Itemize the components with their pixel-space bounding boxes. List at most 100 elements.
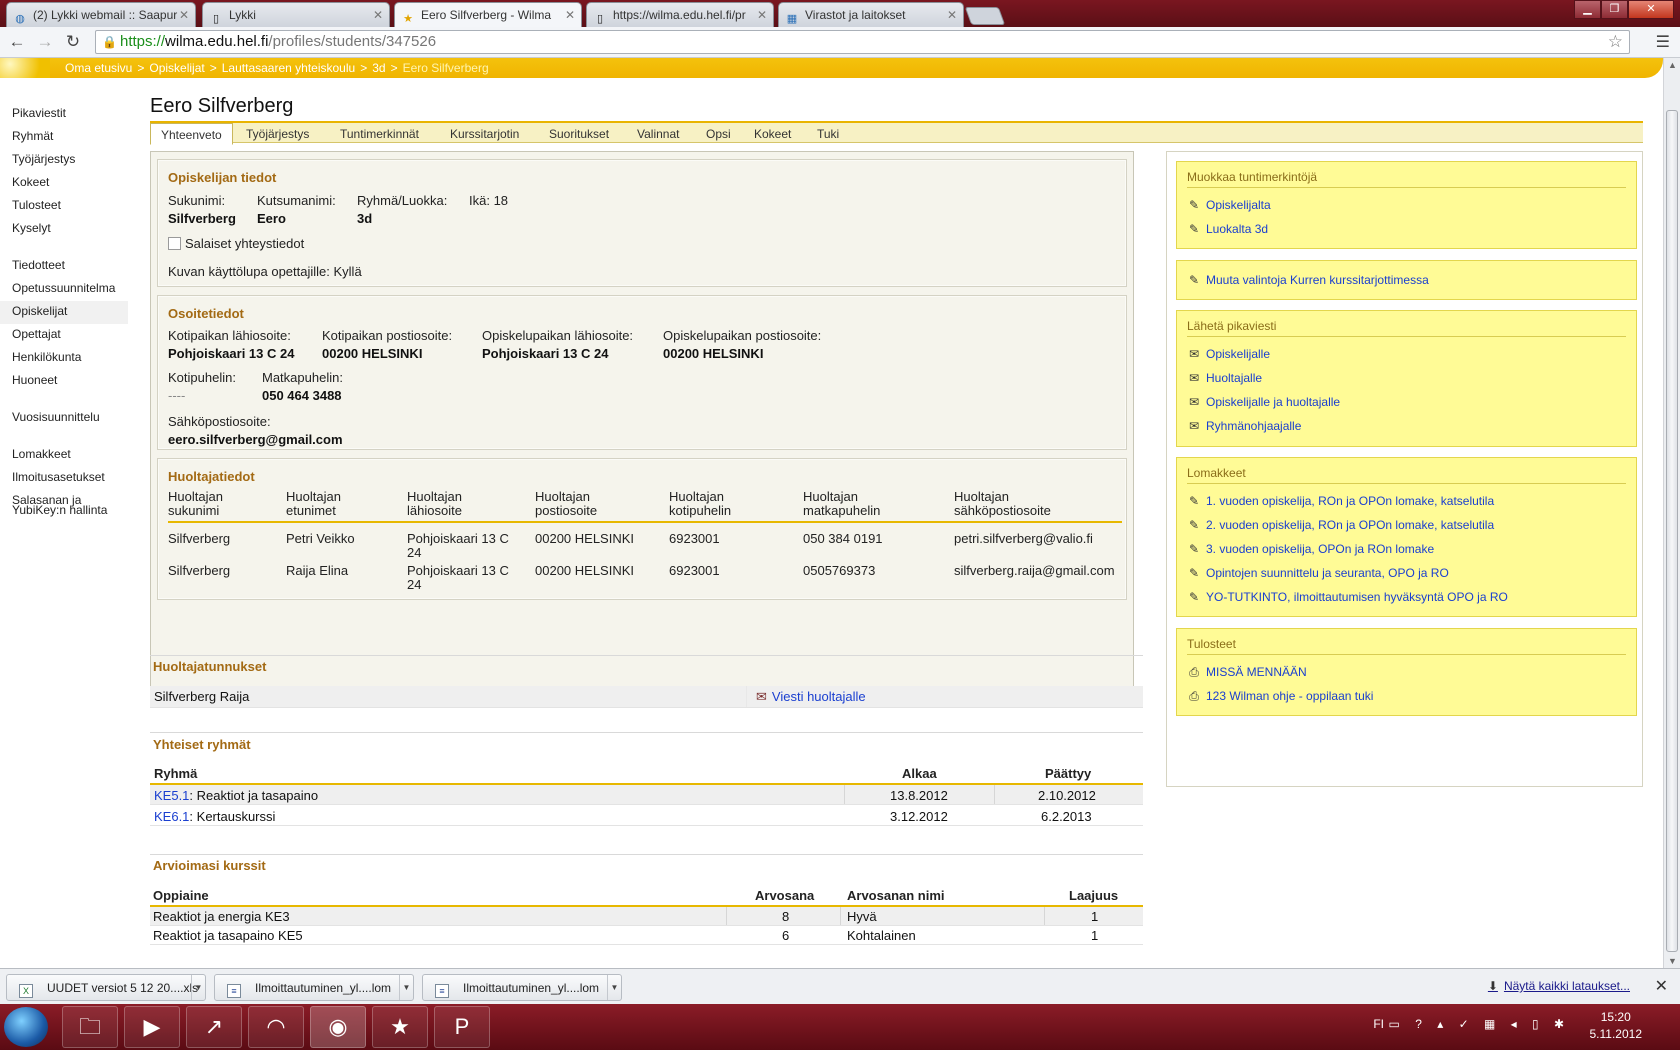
printout-link[interactable]: ⎙ 123 Wilman ohje - oppilaan tuki <box>1187 689 1373 704</box>
download-item[interactable]: ≡ Ilmoittautuminen_yl....lom ▼ <box>422 974 622 1001</box>
minimize-button[interactable]: ▁ <box>1574 0 1601 19</box>
chevron-down-icon[interactable]: ▼ <box>399 975 413 1000</box>
browser-tab-wilma[interactable]: ★ Eero Silfverberg - Wilma ✕ <box>394 2 582 28</box>
sidebar-item-henkilokunta[interactable]: Henkilökunta <box>0 347 128 370</box>
clock[interactable]: 15:20 5.11.2012 <box>1590 1009 1643 1043</box>
show-all-label[interactable]: Näytä kaikki lataukset... <box>1504 979 1630 993</box>
wrench-menu-icon[interactable]: ☰ <box>1656 32 1670 52</box>
chevron-down-icon[interactable]: ▼ <box>191 975 205 1000</box>
edit-marks-student-link[interactable]: ✎ Opiskelijalta <box>1187 198 1271 212</box>
chrome-icon[interactable]: ◉ <box>310 1006 366 1048</box>
sidebar-item-vuosisuunnittelu[interactable]: Vuosisuunnittelu <box>0 407 128 430</box>
sidebar-item-tulosteet[interactable]: Tulosteet <box>0 195 128 218</box>
sidebar-item-yubikey[interactable]: YubiKey:n hallinta <box>0 503 128 526</box>
message-student-and-guardian-link[interactable]: ✉ Opiskelijalle ja huoltajalle <box>1187 395 1340 409</box>
sidebar-item-opetussuunnitelma[interactable]: Opetussuunnitelma <box>0 278 128 301</box>
form-link[interactable]: ✎ 1. vuoden opiskelija, ROn ja OPOn lomak… <box>1187 494 1494 508</box>
tab-tuntimerkinnat[interactable]: Tuntimerkinnät <box>330 125 429 145</box>
link-label[interactable]: YO-TUTKINTO, ilmoittautumisen hyväksyntä… <box>1206 590 1508 604</box>
tab-kokeet[interactable]: Kokeet <box>744 125 801 145</box>
browser-tab-webmail[interactable]: ◍ (2) Lykki webmail :: Saapur ✕ <box>6 2 196 27</box>
link-label[interactable]: Opiskelijalta <box>1206 198 1271 212</box>
sidebar-item-tiedotteet[interactable]: Tiedotteet <box>0 255 128 278</box>
forward-icon[interactable]: → <box>34 31 56 53</box>
link-label[interactable]: 123 Wilman ohje - oppilaan tuki <box>1206 689 1373 703</box>
message-student-link[interactable]: ✉ Opiskelijalle <box>1187 347 1270 361</box>
sidebar-item-opettajat[interactable]: Opettajat <box>0 324 128 347</box>
scroll-thumb[interactable] <box>1666 110 1678 952</box>
tab-valinnat[interactable]: Valinnat <box>627 125 689 145</box>
close-icon[interactable]: ✕ <box>1655 976 1668 996</box>
powerpoint-icon[interactable]: P <box>434 1006 490 1048</box>
message-guardian-label[interactable]: Viesti huoltajalle <box>772 689 866 704</box>
message-guardian-link[interactable]: ✉ Huoltajalle <box>1187 371 1262 385</box>
chevron-down-icon[interactable]: ▼ <box>607 975 621 1000</box>
link-label[interactable]: Huoltajalle <box>1206 371 1262 385</box>
sidebar-item-lomakkeet[interactable]: Lomakkeet <box>0 444 128 467</box>
close-icon[interactable]: ✕ <box>179 8 189 22</box>
vertical-scrollbar[interactable]: ▲ ▼ <box>1663 58 1680 968</box>
link-label[interactable]: Opiskelijalle <box>1206 347 1270 361</box>
printout-link[interactable]: ⎙ MISSÄ MENNÄÄN <box>1187 665 1307 680</box>
link-label[interactable]: Opintojen suunnittelu ja seuranta, OPO j… <box>1206 566 1449 580</box>
close-icon[interactable]: ✕ <box>947 8 957 22</box>
sidebar-item-ryhmat[interactable]: Ryhmät <box>0 126 128 149</box>
browser-tab-wilma-url[interactable]: ▯ https://wilma.edu.hel.fi/pr ✕ <box>586 2 774 27</box>
folder-icon[interactable]: 🗀 <box>62 1006 118 1048</box>
tab-tyojarjestys[interactable]: Työjärjestys <box>236 125 319 145</box>
start-button[interactable] <box>4 1007 48 1047</box>
bookmark-star-icon[interactable]: ☆ <box>1608 31 1623 53</box>
address-bar[interactable]: 🔒 https://wilma.edu.hel.fi/profiles/stud… <box>95 30 1630 54</box>
close-icon[interactable]: ✕ <box>373 8 383 22</box>
breadcrumb-school[interactable]: Lauttasaaren yhteiskoulu <box>222 61 355 75</box>
change-choices-link[interactable]: ✎ Muuta valintoja Kurren kurssitarjottime… <box>1187 273 1429 287</box>
link-label[interactable]: 2. vuoden opiskelija, ROn ja OPOn lomake… <box>1206 518 1494 532</box>
sidebar-item-salasana[interactable]: Salasanan ja <box>0 490 128 507</box>
media-player-icon[interactable]: ▶ <box>124 1006 180 1048</box>
group-code-link[interactable]: KE6.1 <box>154 809 189 824</box>
checkbox-icon[interactable] <box>168 237 181 250</box>
link-label[interactable]: Ryhmänohjaajalle <box>1206 419 1301 433</box>
form-link[interactable]: ✎ YO-TUTKINTO, ilmoittautumisen hyväksynt… <box>1187 590 1508 604</box>
form-link[interactable]: ✎ Opintojen suunnittelu ja seuranta, OPO … <box>1187 566 1449 580</box>
reload-icon[interactable]: ↻ <box>62 31 84 53</box>
link-label[interactable]: 3. vuoden opiskelija, OPOn ja ROn lomake <box>1206 542 1434 556</box>
message-group-advisor-link[interactable]: ✉ Ryhmänohjaajalle <box>1187 419 1301 433</box>
sidebar-item-pikaviestit[interactable]: Pikaviestit <box>0 103 128 126</box>
link-label[interactable]: 1. vuoden opiskelija, ROn ja OPOn lomake… <box>1206 494 1494 508</box>
browser-tab-lykki[interactable]: ▯ Lykki ✕ <box>202 2 390 27</box>
maximize-button[interactable]: ❐ <box>1601 0 1628 19</box>
stock-chart-icon[interactable]: ↗ <box>186 1006 242 1048</box>
close-icon[interactable]: ✕ <box>757 8 767 22</box>
sidebar-item-tyojarjestys[interactable]: Työjärjestys <box>0 149 128 172</box>
new-tab-button[interactable] <box>964 7 1006 25</box>
close-icon[interactable]: ✕ <box>565 8 575 22</box>
sidebar-item-ilmoitusasetukset[interactable]: Ilmoitusasetukset <box>0 467 128 490</box>
tab-yhteenveto[interactable]: Yhteenveto <box>150 123 233 145</box>
breadcrumb-students[interactable]: Opiskelijat <box>149 61 204 75</box>
sidebar-item-kokeet[interactable]: Kokeet <box>0 172 128 195</box>
message-guardian-link[interactable]: ✉ Viesti huoltajalle <box>756 689 866 705</box>
sidebar-item-kyselyt[interactable]: Kyselyt <box>0 218 128 241</box>
download-item[interactable]: X UUDET versiot 5 12 20....xls ▼ <box>6 974 206 1001</box>
scroll-down-icon[interactable]: ▼ <box>1668 956 1677 966</box>
browser-tab-virastot[interactable]: ▦ Virastot ja laitokset ✕ <box>778 2 964 27</box>
tab-opsi[interactable]: Opsi <box>696 125 741 145</box>
sidebar-item-opiskelijat[interactable]: Opiskelijat <box>0 301 128 324</box>
form-link[interactable]: ✎ 2. vuoden opiskelija, ROn ja OPOn lomak… <box>1187 518 1494 532</box>
breadcrumb-class[interactable]: 3d <box>372 61 385 75</box>
form-link[interactable]: ✎ 3. vuoden opiskelija, OPOn ja ROn lomak… <box>1187 542 1434 556</box>
breadcrumb-home[interactable]: Oma etusivu <box>65 61 132 75</box>
group-code-link[interactable]: KE5.1 <box>154 788 189 803</box>
show-all-downloads-link[interactable]: ⬇ Näytä kaikki lataukset... <box>1488 979 1630 993</box>
sidebar-item-huoneet[interactable]: Huoneet <box>0 370 128 393</box>
link-label[interactable]: Luokalta 3d <box>1206 222 1268 236</box>
secret-contact-checkbox[interactable]: Salaiset yhteystiedot <box>168 236 304 251</box>
tray-icons[interactable]: ▭ ? ▴ ✓ ▦ ◂ ▯ ✱ <box>1389 1017 1570 1031</box>
link-label[interactable]: Opiskelijalle ja huoltajalle <box>1206 395 1340 409</box>
download-item[interactable]: ≡ Ilmoittautuminen_yl....lom ▼ <box>214 974 414 1001</box>
edit-marks-class-link[interactable]: ✎ Luokalta 3d <box>1187 222 1268 236</box>
back-icon[interactable]: ← <box>6 31 28 53</box>
wifi-icon[interactable]: ◠ <box>248 1006 304 1048</box>
link-label[interactable]: MISSÄ MENNÄÄN <box>1206 665 1307 679</box>
